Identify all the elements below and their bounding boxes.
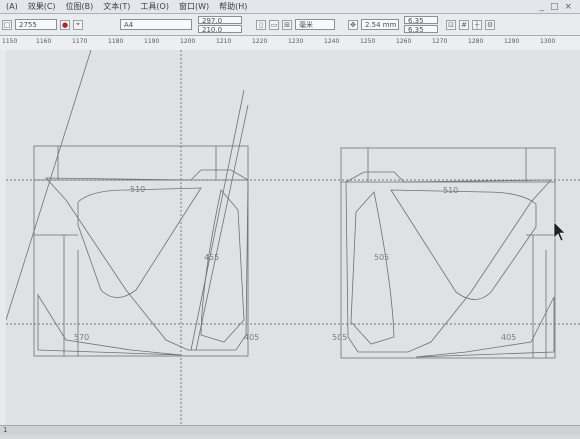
ruler-label: 1200 [180,38,196,45]
horizontal-ruler[interactable]: 1150 1160 1170 1180 1190 1200 1210 1220 … [0,36,580,51]
mouse-cursor-icon [553,221,566,242]
maximize-button[interactable]: □ [550,2,559,12]
menu-item-help[interactable]: 帮助(H) [219,1,247,12]
guides-icon[interactable]: ┼ [472,19,482,30]
ruler-label: 1190 [144,38,160,45]
align-icon[interactable]: ⊡ [446,19,456,30]
chainstay-outline [37,293,182,356]
construction-line [190,89,245,351]
front-triangle-outline [390,189,537,300]
status-bar: 1 [0,425,580,435]
guide-lines [6,50,580,435]
menu-bar: (A) 效果(C) 位图(B) 文本(T) 工具(O) 窗口(W) 帮助(H) … [0,0,580,14]
page-marker: 1 [3,426,8,434]
ruler-label: 1240 [324,38,340,45]
nudge-icon: ✥ [348,19,358,30]
bike-frame-drawing: 510 455 570 405 510 505 505 405 [5,49,580,435]
page-options-icon[interactable]: ⊞ [282,19,292,30]
minimize-button[interactable]: _ [539,2,544,12]
construction-line [195,104,249,351]
ruler-label: 1170 [72,38,88,45]
window-controls: _ □ × [539,2,580,12]
front-triangle-outline [77,187,202,298]
ruler-label: 1260 [396,38,412,45]
drawing-canvas[interactable]: 510 455 570 405 510 505 505 405 [5,49,580,435]
red-color-icon[interactable]: ● [60,19,70,30]
zoom-combobox[interactable]: 2755 [15,19,57,30]
ruler-label: 1280 [468,38,484,45]
ruler-label: 1300 [540,38,556,45]
menu-item-window[interactable]: 窗口(W) [179,1,209,12]
snap-icon[interactable]: ⌖ [73,19,83,30]
new-document-icon[interactable]: □ [2,19,12,30]
right-top-dimension: 510 [443,186,458,195]
right-middle-dimension: 505 [374,253,389,262]
left-middle-dimension: 455 [204,253,219,262]
landscape-icon[interactable]: ▭ [269,19,279,30]
grid-icon[interactable]: # [459,19,469,30]
left-bottom-right-dimension: 405 [244,333,259,342]
left-frame-drawing [5,49,249,357]
right-bottom-left-dimension: 505 [332,333,347,342]
ruler-label: 1160 [36,38,52,45]
page-size-select[interactable]: A4 [120,19,192,30]
menu-item-bitmap[interactable]: 位图(B) [66,1,94,12]
menu-item-tools[interactable]: 工具(O) [140,1,169,12]
duplicate-y-input[interactable]: 6.35 [404,25,438,34]
ruler-label: 1210 [216,38,232,45]
ruler-label: 1230 [288,38,304,45]
ruler-label: 1270 [432,38,448,45]
ruler-label: 1220 [252,38,268,45]
menu-item-text[interactable]: 文本(T) [103,1,130,12]
rear-triangle-outline [350,191,395,345]
options-icon[interactable]: ⚙ [485,19,495,30]
page-width-input[interactable]: 297.0 [198,16,242,25]
duplicate-x-input[interactable]: 6.35 [404,16,438,25]
ruler-label: 1180 [108,38,124,45]
ruler-label: 1250 [360,38,376,45]
ruler-label: 1150 [2,38,18,45]
units-select[interactable]: 毫米 [295,19,335,30]
ruler-label: 1290 [504,38,520,45]
property-bar: □ 2755 ● ⌖ A4 297.0 210.0 ▯ ▭ ⊞ 毫米 ✥ 2.5… [0,14,580,36]
nudge-distance-input[interactable]: 2.54 mm [361,19,399,30]
right-bottom-right-dimension: 405 [501,333,516,342]
left-top-dimension: 510 [130,185,145,194]
rear-triangle-outline [200,189,245,343]
frame-outer-outline [345,171,552,353]
page-height-input[interactable]: 210.0 [198,25,242,34]
portrait-icon[interactable]: ▯ [256,19,266,30]
menu-item-effects[interactable]: 效果(C) [28,1,56,12]
left-bottom-left-dimension: 570 [74,333,89,342]
menu-item[interactable]: (A) [6,2,18,11]
close-button[interactable]: × [564,2,572,12]
